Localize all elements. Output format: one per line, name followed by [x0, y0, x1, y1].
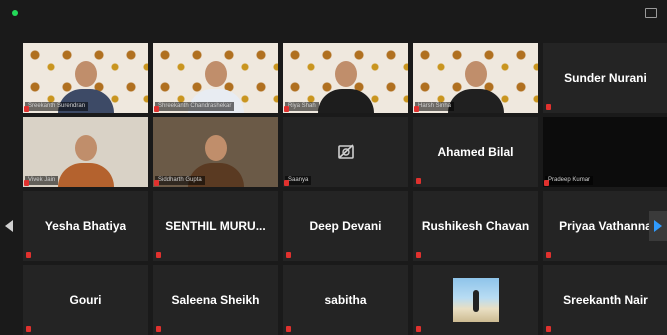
figure-head: [74, 135, 97, 161]
mic-muted-icon: [414, 106, 419, 112]
profile-picture: [452, 278, 499, 322]
camera-off-icon: [337, 144, 354, 159]
participant-name: Rushikesh Chavan: [421, 219, 530, 233]
mic-muted-icon: [544, 180, 549, 186]
participant-name: SENTHIL MURU...: [165, 219, 266, 233]
participant-tile[interactable]: SENTHIL MURU...: [153, 191, 278, 261]
participant-tile[interactable]: Gouri: [23, 265, 148, 335]
mic-muted-icon: [546, 104, 551, 110]
participant-label: Siddharth Gupta: [155, 176, 205, 185]
mic-muted-icon: [154, 180, 159, 186]
mic-muted-icon: [24, 106, 29, 112]
profile-figure: [472, 290, 479, 312]
figure-body: [317, 89, 374, 113]
figure-head: [204, 61, 227, 87]
participant-name: Deep Devani: [309, 219, 382, 233]
participant-tile[interactable]: Saleena Sheikh: [153, 265, 278, 335]
participant-name: Priyaa Vathanna: [559, 219, 652, 233]
mic-muted-icon: [546, 252, 551, 258]
participant-tile[interactable]: sabitha: [283, 265, 408, 335]
mic-muted-icon: [284, 180, 289, 186]
participant-tile[interactable]: Yesha Bhatiya: [23, 191, 148, 261]
participant-tile[interactable]: Sunder Nurani: [543, 43, 667, 113]
mic-muted-icon: [26, 252, 31, 258]
participant-gallery: Sreekanth Surendran Shreekanth Chandrashe…: [23, 43, 667, 335]
participant-tile[interactable]: Siddharth Gupta: [153, 117, 278, 187]
participant-tile[interactable]: Shreekanth Chandrashekar: [153, 43, 278, 113]
participant-label: Harsh Sinha: [415, 102, 455, 111]
participant-label: Pradeep Kumar: [545, 176, 594, 185]
mic-muted-icon: [286, 252, 291, 258]
participant-name: Gouri: [69, 293, 102, 307]
participant-tile[interactable]: Saanya: [283, 117, 408, 187]
mic-muted-icon: [284, 106, 289, 112]
participant-name: Yesha Bhatiya: [44, 219, 127, 233]
figure-head: [74, 61, 97, 87]
connection-status-icon[interactable]: [12, 10, 18, 16]
participant-name: Saleena Sheikh: [171, 293, 260, 307]
figure-head: [464, 61, 487, 87]
participant-label: Sreekanth Surendran: [25, 102, 89, 111]
participant-tile[interactable]: Riya Shah: [283, 43, 408, 113]
previous-page-button[interactable]: [0, 211, 18, 241]
mic-muted-icon: [24, 180, 29, 186]
participant-name: Sunder Nurani: [564, 71, 647, 85]
participant-label: Vivek Jain: [25, 176, 59, 185]
participant-name: Ahamed Bilal: [437, 145, 514, 159]
figure-head: [334, 61, 357, 87]
figure-body: [57, 163, 114, 187]
chevron-right-icon: [654, 220, 662, 232]
participant-tile[interactable]: Sreekanth Nair: [543, 265, 667, 335]
participant-tile[interactable]: Vivek Jain: [23, 117, 148, 187]
participant-tile[interactable]: Deep Devani: [283, 191, 408, 261]
participant-tile[interactable]: Harsh Sinha: [413, 43, 538, 113]
figure-body: [447, 89, 504, 113]
figure-head: [204, 135, 227, 161]
participant-label: Shreekanth Chandrashekar: [155, 102, 235, 111]
participant-tile[interactable]: Pradeep Kumar: [543, 117, 667, 187]
participant-label: Riya Shah: [285, 102, 319, 111]
participant-figure: [57, 133, 114, 187]
chevron-left-icon: [5, 220, 13, 232]
mic-muted-icon: [154, 106, 159, 112]
meeting-top-bar: [0, 0, 667, 38]
mic-muted-icon: [416, 178, 421, 184]
participant-tile[interactable]: Sreekanth Surendran: [23, 43, 148, 113]
gallery-view-icon[interactable]: [645, 8, 657, 18]
participant-figure: [447, 59, 504, 113]
participant-tile[interactable]: Ahamed Bilal: [413, 117, 538, 187]
participant-name: Sreekanth Nair: [563, 293, 648, 307]
next-page-button[interactable]: [649, 211, 667, 241]
mic-muted-icon: [416, 252, 421, 258]
mic-muted-icon: [156, 252, 161, 258]
participant-name: sabitha: [324, 293, 367, 307]
participant-tile[interactable]: Rushikesh Chavan: [413, 191, 538, 261]
participant-tile[interactable]: [413, 265, 538, 335]
participant-figure: [317, 59, 374, 113]
